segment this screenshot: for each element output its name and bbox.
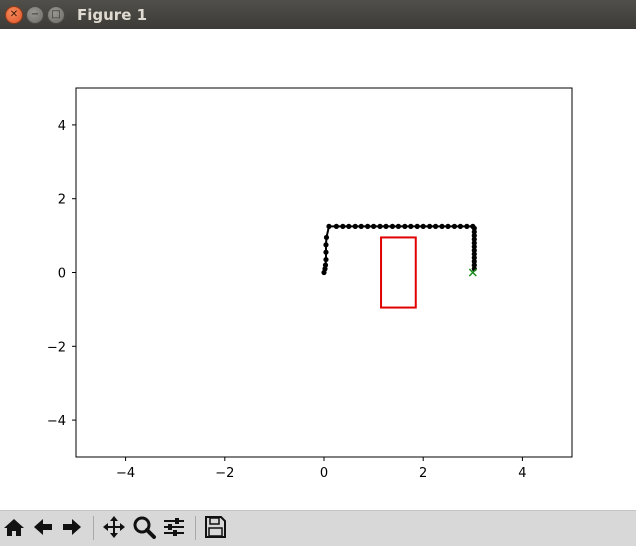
window-titlebar: ✕ − □ Figure 1 xyxy=(0,0,636,29)
path-point xyxy=(323,249,329,255)
close-icon: ✕ xyxy=(9,9,19,20)
path-point xyxy=(371,223,377,229)
plot-canvas[interactable]: −4 −2 0 2 4 −4 −2 0 2 4 xyxy=(0,29,636,510)
window-title: Figure 1 xyxy=(77,6,148,24)
x-tick-label: −4 xyxy=(116,466,135,481)
y-tick-label: 4 xyxy=(58,119,66,134)
path-point xyxy=(365,223,371,229)
save-button[interactable] xyxy=(201,513,229,541)
save-icon xyxy=(205,516,226,538)
x-tick-label: 4 xyxy=(518,466,526,481)
home-icon xyxy=(4,519,24,536)
path-point xyxy=(323,234,330,241)
forward-button[interactable] xyxy=(58,513,86,541)
path-point xyxy=(323,256,329,263)
back-button[interactable] xyxy=(29,513,57,541)
path-point xyxy=(433,223,439,229)
pan-icon xyxy=(103,516,125,538)
zoom-icon xyxy=(133,516,156,539)
navigation-toolbar xyxy=(0,510,636,546)
path-point xyxy=(427,223,433,229)
y-axis-ticks: −4 −2 0 2 4 xyxy=(47,119,76,429)
path-point xyxy=(395,223,401,229)
pan-button[interactable] xyxy=(100,513,128,541)
y-tick-label: −2 xyxy=(47,340,66,355)
path-point xyxy=(414,223,420,229)
toolbar-separator xyxy=(195,516,196,540)
path-point xyxy=(389,223,396,229)
x-tick-label: 0 xyxy=(320,466,328,481)
path-point xyxy=(408,223,414,229)
path-point xyxy=(340,223,346,229)
maximize-window-button[interactable]: □ xyxy=(47,6,65,24)
path-point xyxy=(358,223,364,229)
x-axis-ticks: −4 −2 0 2 4 xyxy=(116,457,527,481)
path-point xyxy=(402,223,408,229)
x-tick-label: 2 xyxy=(419,466,427,481)
toolbar-separator xyxy=(93,516,94,540)
path-point xyxy=(346,223,352,229)
path-point xyxy=(323,242,329,248)
home-button[interactable] xyxy=(0,513,28,541)
path-point xyxy=(445,223,451,229)
path-point xyxy=(326,223,332,229)
path-point xyxy=(420,223,426,229)
subplots-config-icon xyxy=(164,518,184,536)
path-point xyxy=(383,223,389,229)
path-point xyxy=(439,223,445,229)
path-point xyxy=(377,223,383,229)
configure-subplots-button[interactable] xyxy=(160,513,188,541)
path-point xyxy=(352,223,358,229)
forward-arrow-icon xyxy=(63,519,81,535)
back-arrow-icon xyxy=(34,519,52,535)
path-point xyxy=(457,223,463,229)
path-point xyxy=(451,223,458,229)
path-point xyxy=(464,223,470,229)
y-tick-label: 2 xyxy=(58,193,66,208)
y-tick-label: 0 xyxy=(58,267,66,282)
maximize-icon: □ xyxy=(51,9,61,20)
minimize-window-button[interactable]: − xyxy=(26,6,44,24)
zoom-button[interactable] xyxy=(130,513,158,541)
minimize-icon: − xyxy=(30,9,40,20)
y-tick-label: −4 xyxy=(47,414,66,429)
path-point xyxy=(322,262,329,268)
path-point xyxy=(333,223,339,229)
close-window-button[interactable]: ✕ xyxy=(5,6,23,24)
x-tick-label: −2 xyxy=(215,466,234,481)
